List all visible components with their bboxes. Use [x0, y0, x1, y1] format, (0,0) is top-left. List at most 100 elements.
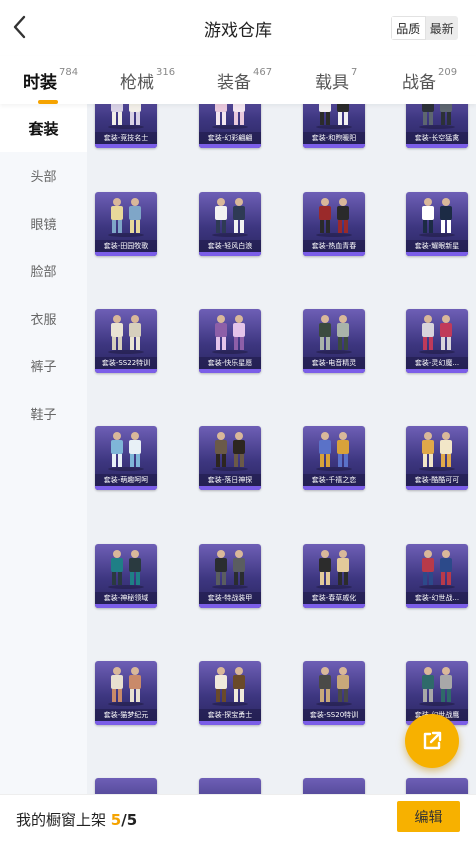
- outfit-figure-image: [419, 550, 455, 589]
- outfit-name: 套装-快乐星愿: [199, 357, 261, 369]
- outfit-card[interactable]: [406, 778, 468, 794]
- outfit-card[interactable]: 套装-SS20特训: [303, 661, 365, 725]
- tab-supplies[interactable]: 战备 209: [402, 67, 458, 93]
- outfit-name: 套装-竞技名士: [95, 132, 157, 144]
- outfit-name: 套装-轻风白浪: [199, 240, 261, 252]
- header: 游戏仓库 品质 最新: [0, 0, 476, 56]
- tab-count: 467: [253, 67, 273, 78]
- outfit-card[interactable]: 套装-探宝勇士: [199, 661, 261, 725]
- tab-count: 209: [438, 67, 458, 78]
- sidebar-item-glasses[interactable]: 眼镜: [0, 200, 87, 248]
- outfit-figure-image: [212, 104, 248, 129]
- outfit-card[interactable]: [199, 778, 261, 794]
- outfit-figure-image: [419, 432, 455, 471]
- outfit-figure-image: [212, 432, 248, 471]
- outfit-figure-image: [316, 104, 352, 129]
- tab-count: 7: [351, 67, 358, 78]
- showcase-footer: 我的橱窗上架 5/5 编辑: [0, 794, 476, 843]
- outfit-card[interactable]: 套装-SS22特训: [95, 309, 157, 373]
- outfit-card[interactable]: 套装-竞技名士: [95, 104, 157, 148]
- outfit-card[interactable]: 套装-猫梦纪元: [95, 661, 157, 725]
- tab-guns[interactable]: 枪械 316: [120, 67, 176, 93]
- outfit-figure-image: [108, 198, 144, 237]
- outfit-figure-image: [108, 315, 144, 354]
- outfit-figure-image: [108, 104, 144, 129]
- outfit-name: 套装-特战装甲: [199, 592, 261, 604]
- outfit-figure-image: [316, 550, 352, 589]
- outfit-name: 套装-幻世战...: [406, 592, 468, 604]
- outfit-name: 套装-春草戚化: [303, 592, 365, 604]
- outfit-name: 套装-SS22特训: [95, 357, 157, 369]
- outfit-figure-image: [212, 667, 248, 706]
- outfit-card[interactable]: 套装-快乐星愿: [199, 309, 261, 373]
- outfit-card[interactable]: 套装-耀眼新星: [406, 192, 468, 256]
- showcase-status: 我的橱窗上架 5/5: [16, 809, 137, 830]
- category-tabs: 时装 784 枪械 316 装备 467 载具 7 战备 209: [0, 56, 476, 104]
- outfit-card[interactable]: 套装-春草戚化: [303, 544, 365, 608]
- sidebar-item-suit[interactable]: 套装: [0, 104, 87, 152]
- showcase-label: 我的橱窗上架: [16, 811, 107, 829]
- outfit-figure-image: [419, 667, 455, 706]
- outfit-card[interactable]: 套装-幻世战...: [406, 544, 468, 608]
- outfit-name: 套装-神秘领域: [95, 592, 157, 604]
- outfit-card[interactable]: 套装-长空猛禽: [406, 104, 468, 148]
- outfit-card[interactable]: 套装-萌趣呵呵: [95, 426, 157, 490]
- tab-label: 枪械: [120, 73, 154, 93]
- sidebar-item-face[interactable]: 脸部: [0, 247, 87, 295]
- outfit-card[interactable]: [95, 778, 157, 794]
- outfit-card[interactable]: 套装-田园牧歌: [95, 192, 157, 256]
- outfit-figure-image: [212, 550, 248, 589]
- edit-button[interactable]: 编辑: [397, 801, 460, 832]
- outfit-card[interactable]: 套装-千禧之恋: [303, 426, 365, 490]
- outfit-card[interactable]: 套装-落日神探: [199, 426, 261, 490]
- outfit-figure-image: [406, 778, 468, 794]
- tab-count: 316: [156, 67, 176, 78]
- outfit-figure-image: [108, 667, 144, 706]
- outfit-card[interactable]: 套装-特战装甲: [199, 544, 261, 608]
- sidebar-item-clothes[interactable]: 衣服: [0, 295, 87, 343]
- outfit-figure-image: [108, 432, 144, 471]
- outfit-figure-image: [108, 550, 144, 589]
- tab-label: 装备: [217, 73, 251, 93]
- outfit-name: 套装-猫梦纪元: [95, 709, 157, 721]
- outfit-card[interactable]: 套装-灵幻魔...: [406, 309, 468, 373]
- showcase-current-count: 5: [110, 811, 122, 829]
- outfit-name: 套装-幻彩翩翩: [199, 132, 261, 144]
- outfit-card[interactable]: 套装-热血青春: [303, 192, 365, 256]
- sort-toggle: 品质 最新: [391, 16, 458, 40]
- tab-equipment[interactable]: 装备 467: [217, 67, 273, 93]
- tab-vehicles[interactable]: 载具 7: [315, 67, 358, 93]
- share-button[interactable]: [405, 714, 459, 768]
- showcase-total-count: /5: [121, 811, 138, 829]
- outfit-figure-image: [199, 778, 261, 794]
- sidebar-item-pants[interactable]: 裤子: [0, 342, 87, 390]
- outfit-card[interactable]: [303, 778, 365, 794]
- outfit-figure-image: [303, 778, 365, 794]
- sidebar: 套装 头部 眼镜 脸部 衣服 裤子 鞋子: [0, 104, 87, 794]
- sort-quality-option[interactable]: 品质: [391, 16, 426, 40]
- tab-fashion[interactable]: 时装 784: [23, 67, 78, 104]
- tab-active-indicator: [38, 100, 58, 104]
- sidebar-item-shoes[interactable]: 鞋子: [0, 390, 87, 438]
- outfit-card[interactable]: 套装-神秘领域: [95, 544, 157, 608]
- outfit-name: 套装-SS20特训: [303, 709, 365, 721]
- outfit-figure-image: [419, 315, 455, 354]
- outfit-card[interactable]: 套装-电音精灵: [303, 309, 365, 373]
- outfit-card[interactable]: 套装-酷酷可可: [406, 426, 468, 490]
- sort-latest-option[interactable]: 最新: [425, 16, 458, 40]
- app-root: { "header": {"title": "游戏仓库", "sort_opti…: [0, 0, 476, 843]
- share-external-icon: [423, 731, 442, 750]
- sidebar-item-head[interactable]: 头部: [0, 152, 87, 200]
- outfit-figure-image: [419, 198, 455, 237]
- outfit-name: 套装-萌趣呵呵: [95, 474, 157, 486]
- tab-label: 载具: [315, 73, 349, 93]
- outfit-name: 套装-落日神探: [199, 474, 261, 486]
- outfit-figure-image: [316, 667, 352, 706]
- outfit-card[interactable]: 套装-和煦暖阳: [303, 104, 365, 148]
- outfit-card[interactable]: 套装-轻风白浪: [199, 192, 261, 256]
- outfit-card[interactable]: 套装-幻彩翩翩: [199, 104, 261, 148]
- outfit-name: 套装-千禧之恋: [303, 474, 365, 486]
- outfit-name: 套装-长空猛禽: [406, 132, 468, 144]
- outfit-figure-image: [316, 198, 352, 237]
- outfit-name: 套装-探宝勇士: [199, 709, 261, 721]
